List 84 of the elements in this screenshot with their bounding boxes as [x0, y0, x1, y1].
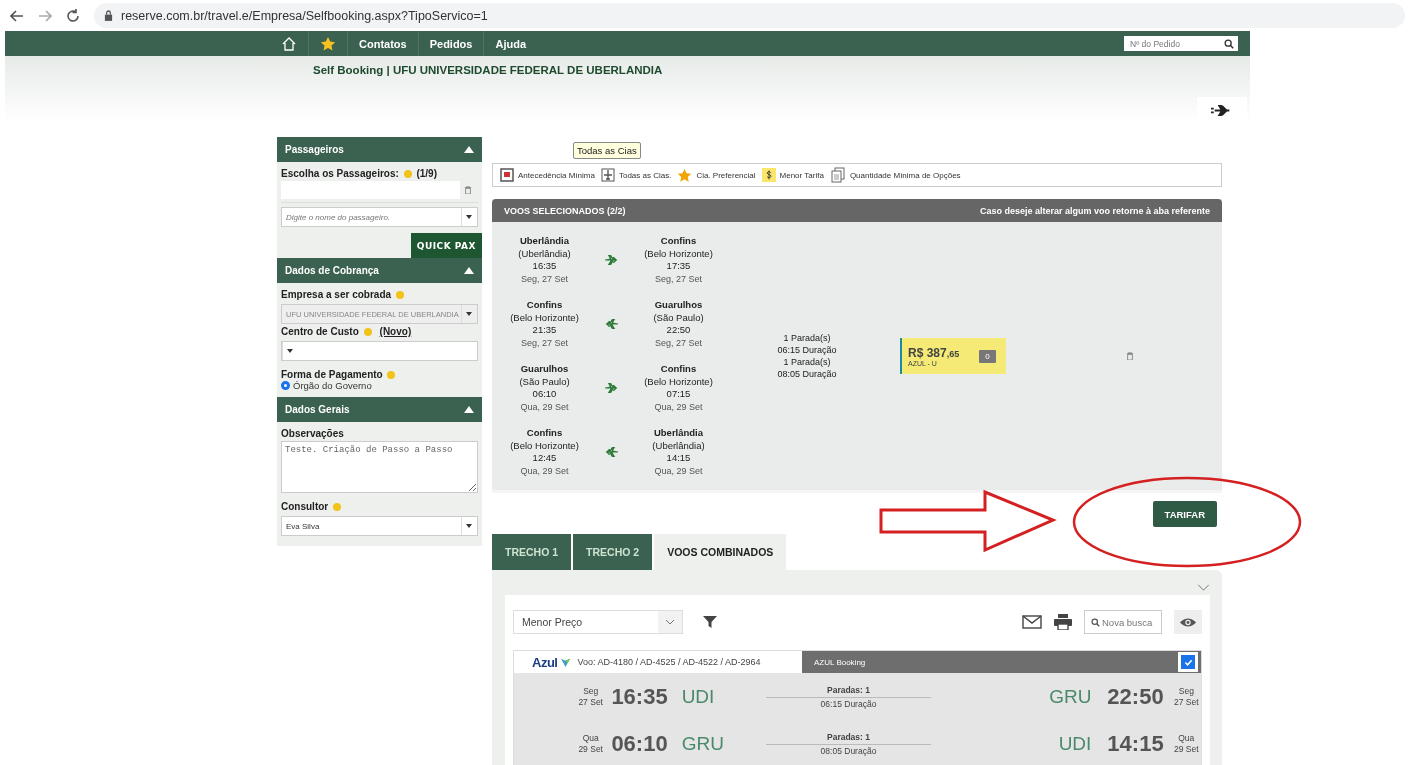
- section-header[interactable]: Passageiros: [277, 137, 482, 162]
- payment-radio[interactable]: Órgão do Governo: [281, 380, 478, 391]
- trash-icon[interactable]: [464, 186, 472, 194]
- flight-summary: 1 Parada(s): [783, 356, 831, 368]
- new-link[interactable]: (Novo): [379, 326, 412, 337]
- caret-icon[interactable]: [665, 619, 675, 625]
- stops-label: Paradas: 1: [765, 684, 932, 698]
- tooltip: Todas as Cias: [573, 142, 641, 159]
- eye-icon[interactable]: [1174, 610, 1202, 634]
- fare-price: R$ 387,65: [908, 345, 960, 360]
- arrival-info: Confins (Belo Horizonte) 07:15 Qua, 29 Set: [643, 363, 714, 413]
- airline-logo: Azul: [532, 654, 558, 670]
- departure-info: Confins (Belo Horizonte) 12:45 Qua, 29 Set: [509, 427, 580, 477]
- arrival-date: Seg 27 Set: [1173, 685, 1200, 708]
- filter-label[interactable]: Menor Tarifa: [779, 170, 824, 180]
- header-title: VOOS SELECIONADOS (2/2): [504, 205, 626, 216]
- nav-link[interactable]: Ajuda: [484, 31, 538, 56]
- reload-icon[interactable]: [66, 8, 80, 23]
- filter-label[interactable]: Quantidade Mínima de Opções: [849, 170, 961, 180]
- sort-select[interactable]: Menor Preço: [513, 610, 683, 634]
- airport-code: GRU: [681, 732, 725, 755]
- filter-label[interactable]: Cia. Preferencial: [696, 170, 756, 180]
- filter-label[interactable]: Antecedência Mínima: [518, 170, 595, 180]
- duration-label: 08:05 Duração: [820, 744, 877, 756]
- airport-code: GRU: [1048, 685, 1092, 708]
- bird-icon: [560, 656, 572, 668]
- arrival-info: Uberlândia (Uberlândia) 14:15 Qua, 29 Set: [651, 427, 706, 477]
- section-header[interactable]: Dados de Cobrança: [277, 258, 482, 283]
- order-search-field[interactable]: Nº do Pedido: [1124, 36, 1238, 51]
- airport-code: UDI: [1057, 732, 1092, 755]
- search-icon[interactable]: [1224, 38, 1234, 49]
- tab[interactable]: TRECHO 1: [492, 534, 572, 570]
- field-label: Escolha os Passageiros: (1/9): [281, 168, 438, 179]
- section-header[interactable]: Dados Gerais: [277, 397, 482, 422]
- documents-icon: [829, 167, 846, 183]
- filter-icon[interactable]: [703, 615, 717, 629]
- duration-label: 06:15 Duração: [820, 697, 877, 709]
- consultant-select[interactable]: Eva Silva: [281, 516, 478, 536]
- field-label: Forma de Pagamento: [281, 369, 478, 380]
- quick-pax-button[interactable]: QUICK PAX: [410, 233, 482, 258]
- price-button[interactable]: TARIFAR: [1152, 501, 1217, 527]
- back-icon[interactable]: [10, 8, 24, 23]
- filter-label[interactable]: Todas as Cias.: [618, 170, 672, 180]
- arrival-info: Guarulhos (São Paulo) 22:50 Seg, 27 Set: [652, 299, 705, 349]
- notes-field[interactable]: Teste. Criação de Passo a Passo: [281, 441, 478, 493]
- page-title: Self Booking | UFU UNIVERSIDADE FEDERAL DE UBERLANDIA: [312, 63, 664, 76]
- field-label: Observações: [281, 428, 345, 439]
- arrival-time: 22:50: [1107, 683, 1165, 710]
- airport-code: UDI: [681, 685, 716, 708]
- departure-info: Guarulhos (São Paulo) 06:10 Qua, 29 Set: [518, 363, 571, 413]
- departure-time: 06:10: [611, 730, 669, 757]
- flight-numbers: Voo: AD-4180 / AD-4525 / AD-4522 / AD-2964: [577, 657, 761, 667]
- star-icon: [677, 167, 693, 183]
- departure-time: 16:35: [611, 683, 669, 710]
- departure-info: Uberlândia (Uberlândia) 16:35 Seg, 27 Set: [517, 235, 572, 285]
- lock-icon: [104, 10, 113, 21]
- header-note: Caso deseje alterar algum voo retorne à aba referente: [979, 205, 1210, 216]
- tab[interactable]: TRECHO 2: [573, 534, 653, 570]
- arrival-info: Confins (Belo Horizonte) 17:35 Seg, 27 Set: [643, 235, 714, 285]
- baggage-icon: 0: [979, 349, 996, 363]
- trash-icon[interactable]: [1126, 352, 1134, 360]
- arrival-date: Qua 29 Set: [1173, 732, 1200, 755]
- stops-label: Paradas: 1: [765, 731, 932, 745]
- flight-summary: 06:15 Duração: [777, 344, 837, 356]
- mail-icon[interactable]: [1022, 615, 1042, 629]
- field-label: Centro de Custo: [281, 326, 374, 337]
- print-icon[interactable]: [1054, 614, 1072, 630]
- plane-icon: [600, 168, 615, 182]
- departure-date: Seg 27 Set: [577, 685, 604, 708]
- search-icon[interactable]: [1091, 617, 1100, 627]
- address-bar[interactable]: reserve.com.br/travel.e/Empresa/Selfbooking.aspx?TipoServico=1: [94, 3, 1405, 28]
- calendar-icon: [500, 168, 514, 182]
- field-label: Empresa a ser cobrada: [281, 289, 478, 300]
- dollar-icon: [761, 168, 776, 182]
- passenger-select[interactable]: Digite o nome do passageiro.: [281, 207, 478, 227]
- new-search-field[interactable]: Nova busca: [1084, 610, 1162, 634]
- provider-name: AZUL Booking: [814, 657, 866, 667]
- tab[interactable]: VOOS COMBINADOS: [654, 534, 787, 570]
- flight-summary: 1 Parada(s): [783, 332, 831, 344]
- field-label: Consultor: [281, 501, 478, 512]
- departure-info: Confins (Belo Horizonte) 21:35 Seg, 27 Set: [509, 299, 580, 349]
- flight-summary: 08:05 Duração: [777, 368, 837, 380]
- departure-date: Qua 29 Set: [577, 732, 604, 755]
- arrival-time: 14:15: [1107, 730, 1165, 757]
